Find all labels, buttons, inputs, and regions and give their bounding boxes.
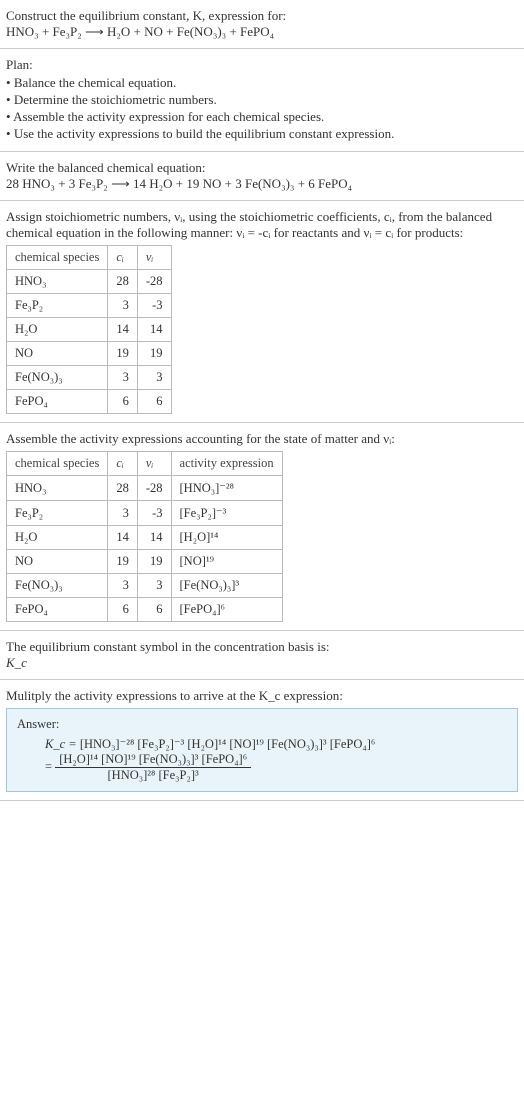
cell-ci: 3 [108,366,138,390]
cell-species: NO [7,550,108,574]
cell-vi: 3 [137,366,171,390]
plan-section: Plan: Balance the chemical equation. Det… [0,49,524,152]
cell-activity: [NO]¹⁹ [171,550,282,574]
table-row: NO1919[NO]¹⁹ [7,550,283,574]
prompt-text: Construct the equilibrium constant, K, e… [6,8,518,24]
cell-ci: 14 [108,526,138,550]
plan-item: Determine the stoichiometric numbers. [6,92,518,108]
table-row: Fe(NO₃)₃33[Fe(NO₃)₃]³ [7,574,283,598]
final-section: Mulitply the activity expressions to arr… [0,680,524,801]
cell-activity: [Fe(NO₃)₃]³ [171,574,282,598]
cell-species: Fe₃P₂ [7,294,108,318]
col-activity: activity expression [171,452,282,476]
cell-vi: 19 [137,550,171,574]
cell-species: Fe(NO₃)₃ [7,366,108,390]
cell-activity: [H₂O]¹⁴ [171,526,282,550]
final-intro: Mulitply the activity expressions to arr… [6,688,518,704]
plan-item: Assemble the activity expression for eac… [6,109,518,125]
cell-activity: [FePO₄]⁶ [171,598,282,622]
cell-species: NO [7,342,108,366]
cell-vi: -3 [137,294,171,318]
cell-ci: 28 [108,476,138,501]
cell-species: H₂O [7,526,108,550]
cell-vi: 6 [137,390,171,414]
cell-species: HNO₃ [7,476,108,501]
table-row: HNO₃28-28 [7,270,172,294]
plan-item: Use the activity expressions to build th… [6,126,518,142]
activity-section: Assemble the activity expressions accoun… [0,423,524,631]
cell-vi: -28 [137,476,171,501]
symbol-section: The equilibrium constant symbol in the c… [0,631,524,680]
cell-ci: 19 [108,550,138,574]
cell-activity: [HNO₃]⁻²⁸ [171,476,282,501]
symbol-intro: The equilibrium constant symbol in the c… [6,639,518,655]
plan-item: Balance the chemical equation. [6,75,518,91]
cell-species: Fe(NO₃)₃ [7,574,108,598]
cell-species: HNO₃ [7,270,108,294]
col-species: chemical species [7,246,108,270]
cell-ci: 19 [108,342,138,366]
activity-table: chemical species cᵢ νᵢ activity expressi… [6,451,283,622]
table-row: Fe(NO₃)₃33 [7,366,172,390]
cell-ci: 14 [108,318,138,342]
cell-vi: 3 [137,574,171,598]
cell-ci: 28 [108,270,138,294]
cell-species: FePO₄ [7,598,108,622]
col-vi: νᵢ [137,452,171,476]
cell-ci: 3 [108,574,138,598]
col-species: chemical species [7,452,108,476]
cell-species: Fe₃P₂ [7,501,108,526]
kc-fraction: [H₂O]¹⁴ [NO]¹⁹ [Fe(NO₃)₃]³ [FePO₄]⁶ [HNO… [55,752,251,783]
activity-intro: Assemble the activity expressions accoun… [6,431,518,447]
stoich-section: Assign stoichiometric numbers, νᵢ, using… [0,201,524,423]
balanced-section: Write the balanced chemical equation: 28… [0,152,524,201]
col-ci: cᵢ [108,452,138,476]
table-row: H₂O1414[H₂O]¹⁴ [7,526,283,550]
table-row: HNO₃28-28[HNO₃]⁻²⁸ [7,476,283,501]
cell-ci: 6 [108,598,138,622]
stoich-table: chemical species cᵢ νᵢ HNO₃28-28 Fe₃P₂3-… [6,245,172,414]
cell-vi: 6 [137,598,171,622]
kc-fraction-line: = [H₂O]¹⁴ [NO]¹⁹ [Fe(NO₃)₃]³ [FePO₄]⁶ [H… [45,752,507,783]
answer-label: Answer: [17,717,507,732]
cell-vi: 19 [137,342,171,366]
table-row: NO1919 [7,342,172,366]
table-header-row: chemical species cᵢ νᵢ activity expressi… [7,452,283,476]
cell-ci: 3 [108,294,138,318]
balanced-title: Write the balanced chemical equation: [6,160,518,176]
kc-flat-expr: [HNO₃]⁻²⁸ [Fe₃P₂]⁻³ [H₂O]¹⁴ [NO]¹⁹ [Fe(N… [80,737,375,751]
cell-species: H₂O [7,318,108,342]
fraction-denominator: [HNO₃]²⁸ [Fe₃P₂]³ [55,768,251,783]
cell-activity: [Fe₃P₂]⁻³ [171,501,282,526]
cell-species: FePO₄ [7,390,108,414]
cell-vi: -28 [137,270,171,294]
plan-list: Balance the chemical equation. Determine… [6,75,518,142]
table-row: H₂O1414 [7,318,172,342]
col-ci: cᵢ [108,246,138,270]
cell-ci: 6 [108,390,138,414]
col-vi: νᵢ [137,246,171,270]
plan-title: Plan: [6,57,518,73]
kc-flat-line: K_c = [HNO₃]⁻²⁸ [Fe₃P₂]⁻³ [H₂O]¹⁴ [NO]¹⁹… [45,736,507,752]
cell-ci: 3 [108,501,138,526]
table-row: FePO₄66[FePO₄]⁶ [7,598,283,622]
balanced-equation: 28 HNO₃ + 3 Fe₃P₂ ⟶ 14 H₂O + 19 NO + 3 F… [6,176,518,192]
table-header-row: chemical species cᵢ νᵢ [7,246,172,270]
fraction-numerator: [H₂O]¹⁴ [NO]¹⁹ [Fe(NO₃)₃]³ [FePO₄]⁶ [55,752,251,768]
kc-prefix: K_c = [45,737,80,751]
table-row: Fe₃P₂3-3 [7,294,172,318]
cell-vi: 14 [137,526,171,550]
table-row: Fe₃P₂3-3[Fe₃P₂]⁻³ [7,501,283,526]
unbalanced-equation: HNO₃ + Fe₃P₂ ⟶ H₂O + NO + Fe(NO₃)₃ + FeP… [6,24,518,40]
equals-sign: = [45,759,55,773]
header-section: Construct the equilibrium constant, K, e… [0,0,524,49]
table-row: FePO₄66 [7,390,172,414]
answer-box: Answer: K_c = [HNO₃]⁻²⁸ [Fe₃P₂]⁻³ [H₂O]¹… [6,708,518,792]
cell-vi: -3 [137,501,171,526]
cell-vi: 14 [137,318,171,342]
stoich-intro: Assign stoichiometric numbers, νᵢ, using… [6,209,518,241]
kc-symbol: K_c [6,655,518,671]
